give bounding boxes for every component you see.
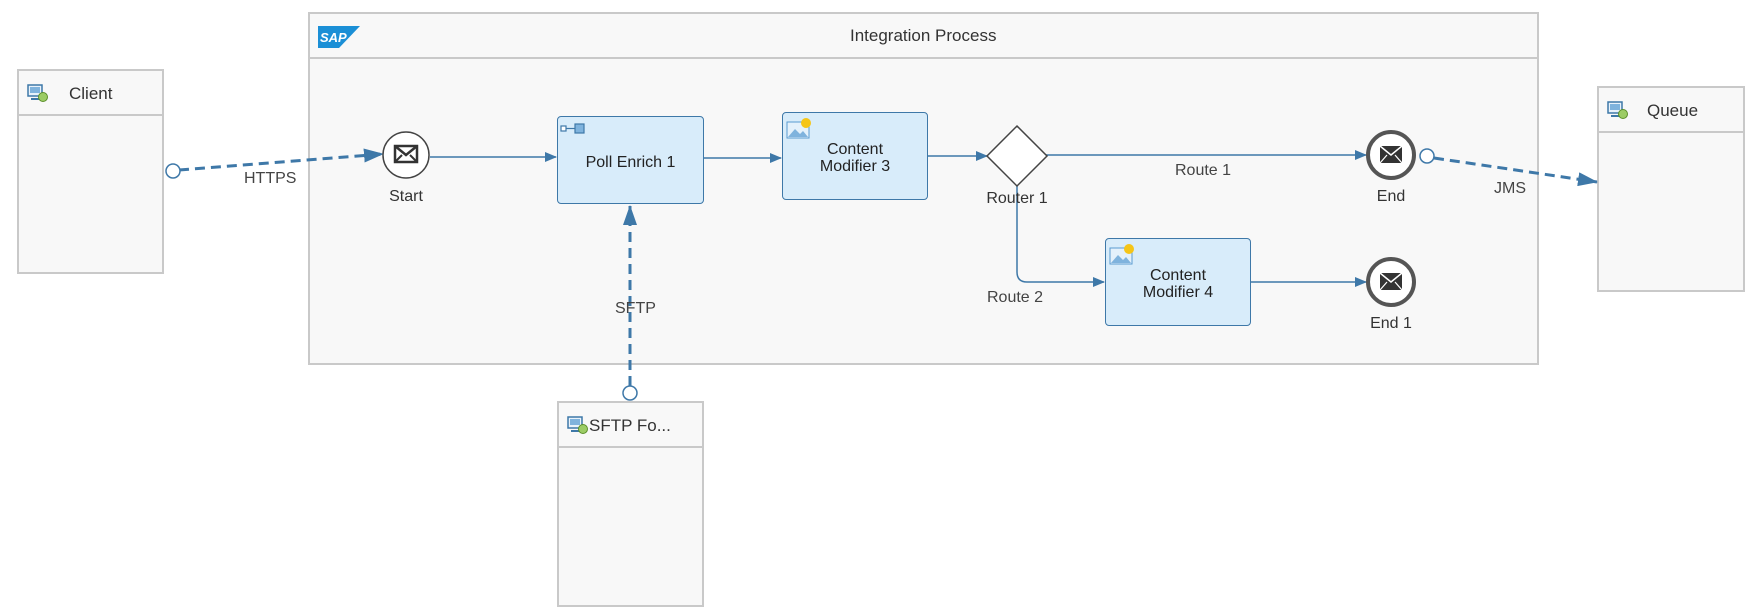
participant-header: Queue <box>1599 88 1743 133</box>
system-icon <box>1607 101 1628 119</box>
edge-label-route-2: Route 2 <box>987 289 1044 306</box>
participant-queue[interactable]: Queue <box>1597 86 1745 292</box>
diagram-canvas: SAP Integration Process Client Queue SFT… <box>0 0 1755 616</box>
participant-header: SFTP Fo... <box>559 403 702 448</box>
end-event-label: End <box>1376 188 1406 205</box>
poll-enrich-icon <box>560 123 585 134</box>
participant-sftp[interactable]: SFTP Fo... <box>557 401 704 607</box>
content-modifier-icon <box>1109 244 1134 265</box>
content-modifier-icon <box>786 118 811 139</box>
task-label: Content Modifier 4 <box>1142 267 1214 301</box>
participant-label: SFTP Fo... <box>589 416 671 435</box>
pool-header: SAP Integration Process <box>310 14 1537 59</box>
participant-label: Queue <box>1647 101 1699 120</box>
svg-text:SAP: SAP <box>320 30 347 45</box>
start-event-label: Start <box>389 188 423 205</box>
pool-title: Integration Process <box>850 26 997 45</box>
system-icon <box>27 84 48 102</box>
end-1-event-label: End 1 <box>1370 315 1412 332</box>
edge-label-route-1: Route 1 <box>1175 162 1232 179</box>
participant-label: Client <box>69 84 113 103</box>
edge-label-sftp: SFTP <box>615 300 656 317</box>
task-poll-enrich[interactable]: Poll Enrich 1 <box>557 116 704 204</box>
task-label: Content Modifier 3 <box>819 141 891 175</box>
edge-label-jms: JMS <box>1494 180 1526 197</box>
task-label: Poll Enrich 1 <box>585 153 676 171</box>
edge-label-https: HTTPS <box>244 170 297 187</box>
task-content-modifier-4[interactable]: Content Modifier 4 <box>1105 238 1251 326</box>
router-label: Router 1 <box>986 190 1048 207</box>
system-icon <box>567 416 588 434</box>
participant-client[interactable]: Client <box>17 69 164 274</box>
sap-logo-icon: SAP <box>318 26 360 48</box>
participant-header: Client <box>19 71 162 116</box>
task-content-modifier-3[interactable]: Content Modifier 3 <box>782 112 928 200</box>
